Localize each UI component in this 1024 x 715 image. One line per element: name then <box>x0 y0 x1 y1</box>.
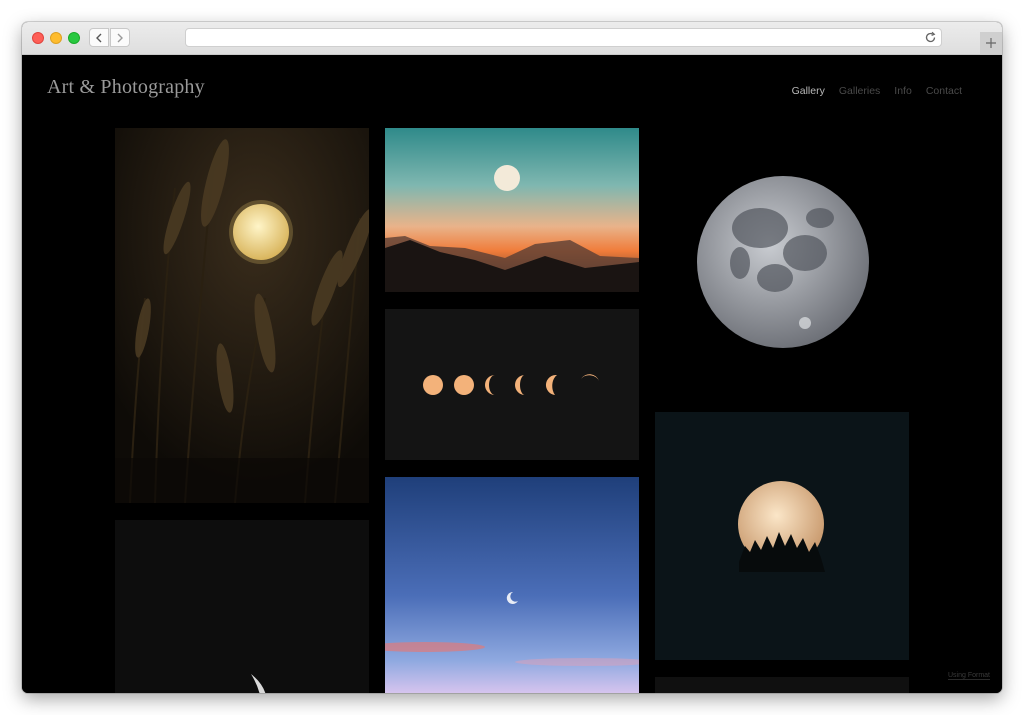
footer-using-format-link[interactable]: Using Format <box>947 672 990 680</box>
reload-icon <box>925 31 936 43</box>
site-nav: Gallery Galleries Info Contact <box>792 85 962 97</box>
photo-crescent-moon-dark[interactable] <box>115 520 369 693</box>
website-page: Art & Photography Gallery Galleries Info… <box>22 55 1002 693</box>
nav-galleries[interactable]: Galleries <box>839 85 880 97</box>
photo-moon-with-pampas-grass[interactable] <box>115 128 369 503</box>
zoom-window-button[interactable] <box>68 32 80 44</box>
site-title[interactable]: Art & Photography <box>47 76 205 99</box>
photo-crescent-moon-dusk-sky[interactable] <box>385 477 639 693</box>
photo-moon-phases[interactable] <box>385 309 639 460</box>
plus-icon <box>986 38 996 48</box>
chevron-right-icon <box>117 33 123 42</box>
photo-partial-bottom[interactable] <box>655 677 909 693</box>
close-window-button[interactable] <box>32 32 44 44</box>
nav-info[interactable]: Info <box>894 85 912 97</box>
photo-full-moon-grey[interactable] <box>655 128 909 394</box>
reload-button[interactable] <box>924 31 937 49</box>
photo-full-moon-behind-trees[interactable] <box>655 412 909 660</box>
browser-toolbar <box>22 22 1002 55</box>
nav-contact[interactable]: Contact <box>926 85 962 97</box>
back-button[interactable] <box>89 28 109 47</box>
chevron-left-icon <box>96 33 102 42</box>
photo-moon-over-mountains[interactable] <box>385 128 639 292</box>
address-bar[interactable] <box>185 28 942 47</box>
forward-button[interactable] <box>110 28 130 47</box>
browser-window: Art & Photography Gallery Galleries Info… <box>22 22 1002 693</box>
nav-gallery[interactable]: Gallery <box>792 85 825 97</box>
new-tab-button[interactable] <box>980 32 1002 54</box>
minimize-window-button[interactable] <box>50 32 62 44</box>
